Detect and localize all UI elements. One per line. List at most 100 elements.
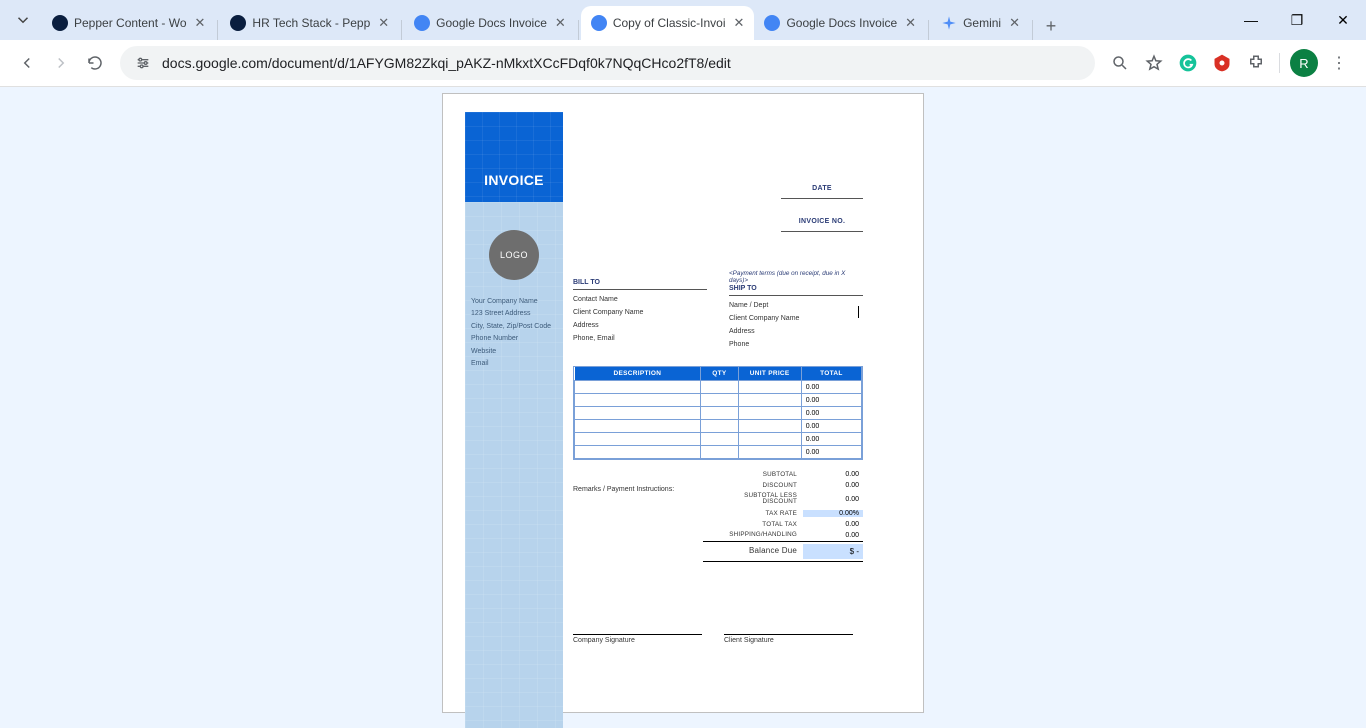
company-website: Website — [471, 348, 557, 356]
close-icon[interactable]: ✕ — [734, 15, 745, 31]
tab-search-button[interactable] — [6, 3, 40, 37]
col-total: TOTAL — [801, 367, 861, 381]
profile-avatar[interactable]: R — [1290, 49, 1318, 77]
discount-value: 0.00 — [803, 482, 863, 489]
url-text: docs.google.com/document/d/1AFYGM82Zkqi_… — [162, 55, 1081, 71]
back-button[interactable] — [10, 46, 44, 80]
forward-button[interactable] — [44, 46, 78, 80]
site-settings-icon[interactable] — [134, 54, 152, 72]
ship-address: Address — [729, 325, 863, 338]
bill-ship-block: BILL TO Contact Name Client Company Name… — [573, 270, 863, 351]
col-description: DESCRIPTION — [575, 367, 701, 381]
bill-phone-email: Phone, Email — [573, 332, 707, 345]
company-addr1: 123 Street Address — [471, 310, 557, 318]
shipping-value: 0.00 — [803, 532, 863, 539]
document-page[interactable]: INVOICE LOGO Your Company Name 123 Stree… — [442, 93, 924, 713]
balance-due-value: $ - — [803, 544, 863, 559]
table-row: 0.00 — [575, 446, 862, 459]
bill-to-column: BILL TO Contact Name Client Company Name… — [573, 270, 707, 351]
tab-separator — [928, 20, 929, 40]
ship-to-column: <Payment terms (due on receipt, due in X… — [729, 270, 863, 351]
reload-button[interactable] — [78, 46, 112, 80]
totals-block: SUBTOTAL0.00 DISCOUNT0.00 SUBTOTAL LESS … — [703, 469, 863, 562]
extension-adblock-icon[interactable] — [1205, 46, 1239, 80]
tab-title: Copy of Classic-Invoi — [613, 16, 726, 30]
address-bar[interactable]: docs.google.com/document/d/1AFYGM82Zkqi_… — [120, 46, 1095, 80]
bookmark-icon[interactable] — [1137, 46, 1171, 80]
invoice-heading: INVOICE — [465, 172, 563, 188]
profile-initial: R — [1299, 56, 1308, 71]
company-info: Your Company Name 123 Street Address Cit… — [471, 298, 557, 372]
extension-grammarly-icon[interactable] — [1171, 46, 1205, 80]
close-icon[interactable]: ✕ — [378, 15, 389, 31]
favicon-icon — [764, 15, 780, 31]
sub-less-label: SUBTOTAL LESS DISCOUNT — [713, 493, 803, 506]
company-name: Your Company Name — [471, 298, 557, 306]
grid-overlay — [465, 202, 563, 728]
tab-gemini[interactable]: Gemini ✕ — [931, 6, 1030, 40]
favicon-icon — [230, 15, 246, 31]
col-qty: QTY — [701, 367, 738, 381]
company-signature-label: Company Signature — [573, 634, 702, 644]
docs-canvas[interactable]: INVOICE LOGO Your Company Name 123 Stree… — [0, 87, 1366, 728]
invoice-no-field[interactable]: INVOICE NO. — [781, 211, 863, 232]
table-row: 0.00 — [575, 381, 862, 394]
table-row: 0.00 — [575, 394, 862, 407]
total-tax-value: 0.00 — [803, 521, 863, 528]
balance-due-label: Balance Due — [713, 547, 803, 556]
subtotal-label: SUBTOTAL — [713, 471, 803, 478]
close-icon[interactable]: ✕ — [1009, 15, 1020, 31]
bill-company: Client Company Name — [573, 306, 707, 319]
toolbar-right-icons: R ⋮ — [1103, 46, 1356, 80]
payment-terms: <Payment terms (due on receipt, due in X… — [729, 270, 863, 284]
tax-rate-value: 0.00% — [803, 510, 863, 517]
items-body: 0.00 0.00 0.00 0.00 0.00 0.00 — [575, 381, 862, 459]
tab-copy-classic-invoice[interactable]: Copy of Classic-Invoi ✕ — [581, 6, 755, 40]
subtotal-value: 0.00 — [803, 471, 863, 478]
close-icon[interactable]: ✕ — [905, 15, 916, 31]
browser-toolbar: docs.google.com/document/d/1AFYGM82Zkqi_… — [0, 40, 1366, 87]
remarks-label: Remarks / Payment Instructions: — [573, 486, 674, 493]
tab-title: Google Docs Invoice — [436, 16, 547, 30]
close-icon[interactable]: ✕ — [555, 15, 566, 31]
tab-google-docs-invoice-1[interactable]: Google Docs Invoice ✕ — [404, 6, 576, 40]
logo-placeholder: LOGO — [489, 230, 539, 280]
tab-google-docs-invoice-2[interactable]: Google Docs Invoice ✕ — [754, 6, 926, 40]
zoom-icon[interactable] — [1103, 46, 1137, 80]
date-field[interactable]: DATE — [781, 178, 863, 199]
logo-text: LOGO — [500, 250, 528, 260]
line-items-table[interactable]: DESCRIPTION QTY UNIT PRICE TOTAL 0.00 0.… — [573, 366, 863, 460]
favicon-icon — [941, 15, 957, 31]
tab-separator — [217, 20, 218, 40]
toolbar-separator — [1279, 53, 1280, 73]
ship-company: Client Company Name — [729, 312, 863, 325]
tab-strip: Pepper Content - Wo ✕ HR Tech Stack - Pe… — [0, 0, 1065, 40]
tab-title: Google Docs Invoice — [786, 16, 897, 30]
client-signature-label: Client Signature — [724, 634, 853, 644]
invoice-sidebar-stripe: LOGO Your Company Name 123 Street Addres… — [465, 202, 563, 728]
close-icon[interactable]: ✕ — [195, 15, 206, 31]
new-tab-button[interactable]: + — [1037, 12, 1065, 40]
sub-less-value: 0.00 — [803, 496, 863, 503]
signature-block: Company Signature Client Signature — [573, 634, 853, 644]
chrome-menu-icon[interactable]: ⋮ — [1322, 46, 1356, 80]
maximize-button[interactable]: ❐ — [1274, 0, 1320, 40]
bill-to-header: BILL TO — [573, 279, 707, 290]
grid-overlay — [465, 112, 563, 202]
favicon-icon — [591, 15, 607, 31]
company-email: Email — [471, 360, 557, 368]
tab-pepper-content[interactable]: Pepper Content - Wo ✕ — [42, 6, 215, 40]
tab-title: Pepper Content - Wo — [74, 16, 187, 30]
col-unit-price: UNIT PRICE — [738, 367, 801, 381]
tab-title: HR Tech Stack - Pepp — [252, 16, 370, 30]
minimize-button[interactable]: — — [1228, 0, 1274, 40]
extensions-icon[interactable] — [1239, 46, 1273, 80]
tab-hr-tech-stack[interactable]: HR Tech Stack - Pepp ✕ — [220, 6, 399, 40]
table-row: 0.00 — [575, 433, 862, 446]
text-cursor — [858, 306, 859, 318]
window-controls: — ❐ ✕ — [1228, 0, 1366, 40]
shipping-label: SHIPPING/HANDLING — [713, 532, 803, 538]
discount-label: DISCOUNT — [713, 482, 803, 489]
ship-name: Name / Dept — [729, 299, 863, 312]
close-window-button[interactable]: ✕ — [1320, 0, 1366, 40]
